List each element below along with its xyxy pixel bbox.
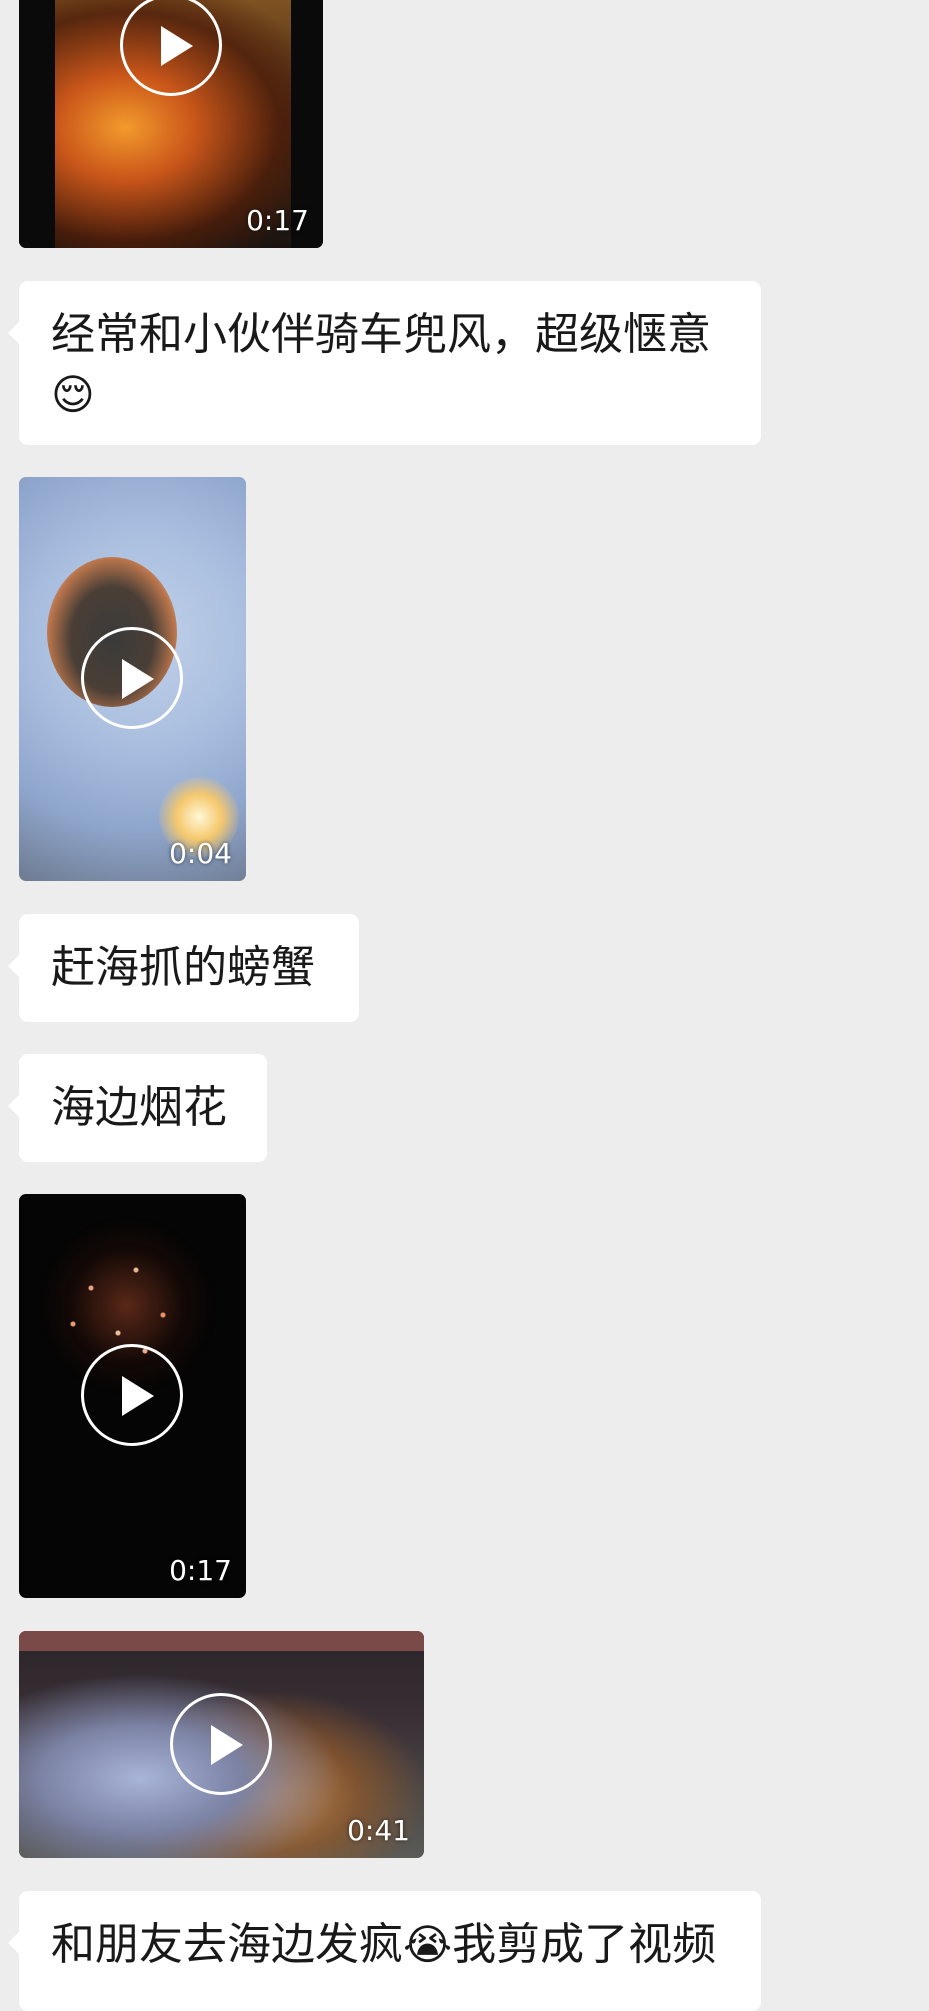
video-duration: 0:17 [169, 1554, 232, 1587]
video-thumbnail-edge [19, 0, 55, 248]
video-message[interactable]: 0:17 [19, 0, 323, 248]
text-message-bubble[interactable]: 赶海抓的螃蟹 [8, 914, 359, 1022]
message-text: 经常和小伙伴骑车兜风，超级惬意 [51, 309, 711, 360]
video-message[interactable]: 0:17 [19, 1194, 246, 1598]
relieved-face-emoji: 😌 [51, 370, 95, 419]
video-duration: 0:41 [347, 1814, 410, 1847]
text-message-bubble[interactable]: 和朋友去海边发疯😭我剪成了视频 [8, 1891, 761, 2011]
message-text: 海边烟花 [51, 1082, 227, 1133]
play-icon[interactable] [120, 0, 222, 96]
video-duration: 0:04 [169, 837, 232, 870]
play-icon[interactable] [81, 627, 183, 729]
video-message[interactable]: 0:41 [19, 1631, 424, 1858]
play-icon[interactable] [170, 1693, 272, 1795]
message-text: 和朋友去海边发疯😭我剪成了视频 [51, 1915, 729, 1975]
message-text-part: 我剪成了视频 [452, 1919, 717, 1970]
video-message[interactable]: 0:04 [19, 477, 246, 881]
video-thumbnail-awning [19, 1631, 424, 1651]
message-text: 赶海抓的螃蟹 [51, 942, 315, 993]
loudly-crying-face-emoji: 😭 [403, 1920, 453, 1969]
play-icon[interactable] [81, 1344, 183, 1446]
video-duration: 0:17 [246, 204, 309, 237]
text-message-bubble[interactable]: 海边烟花 [8, 1054, 267, 1162]
message-text-part: 和朋友去海边发疯 [51, 1919, 403, 1970]
text-message-bubble[interactable]: 经常和小伙伴骑车兜风，超级惬意 😌 [8, 281, 761, 445]
